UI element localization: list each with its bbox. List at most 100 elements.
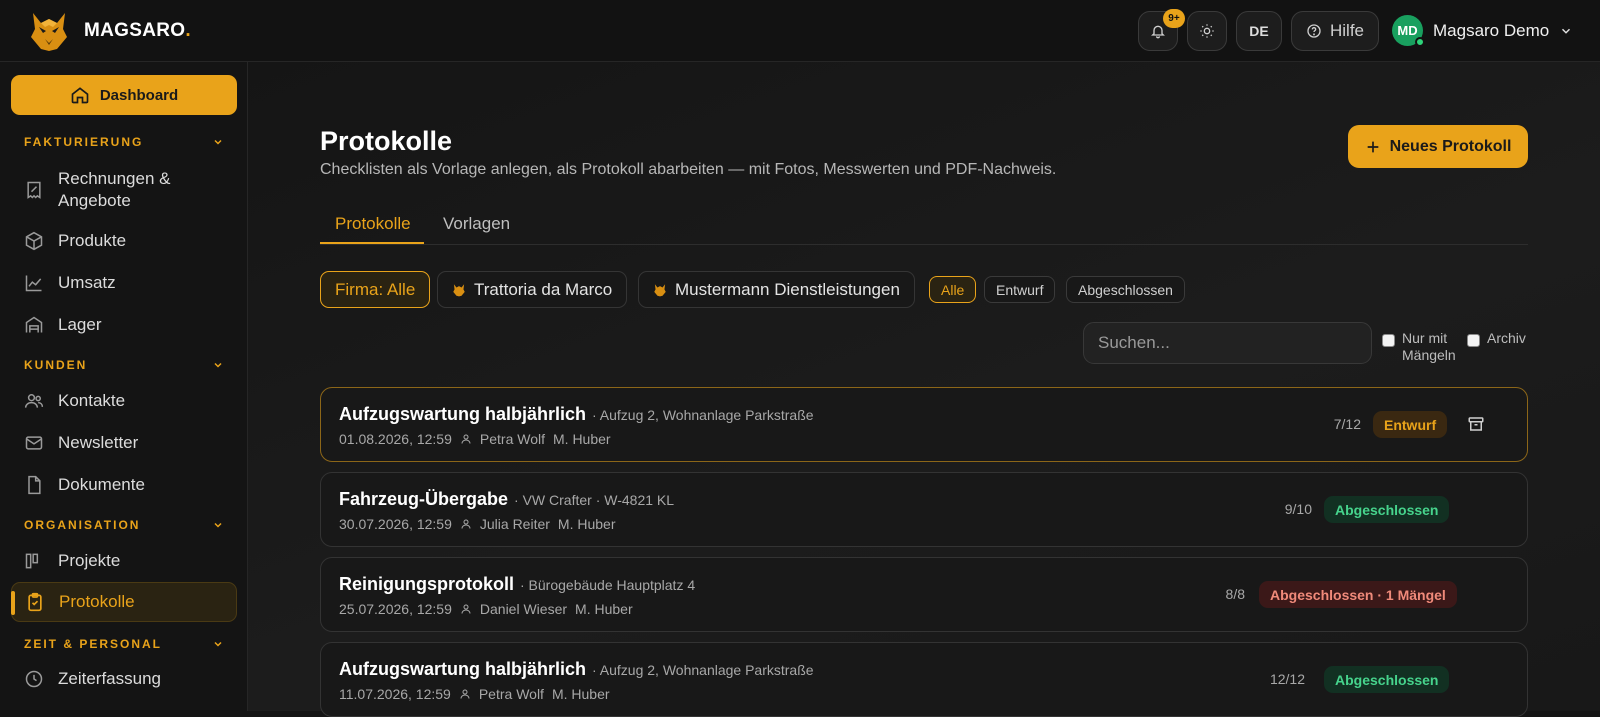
users-icon [24, 394, 44, 408]
protocol-progress: 9/10 [1284, 501, 1312, 517]
bell-icon [1151, 25, 1165, 39]
protocol-subtitle: · Aufzug 2, Wohnanlage Parkstraße [592, 407, 814, 423]
user-name: Magsaro Demo [1433, 20, 1550, 40]
tab-protokolle[interactable]: Protokolle [335, 214, 411, 234]
home-icon [71, 87, 89, 104]
help-icon [1307, 24, 1321, 38]
sidebar-item-projekte[interactable]: Projekte [24, 550, 120, 572]
active-tab-indicator [320, 242, 424, 244]
protocol-date: 25.07.2026, 12:59 [339, 601, 452, 617]
kanban-icon [25, 553, 39, 569]
protocol-subtitle: · Bürogebäude Hauptplatz 4 [520, 577, 696, 593]
protocol-person: Julia Reiter [479, 516, 550, 532]
sidebar-item-produkte[interactable]: Produkte [24, 230, 126, 252]
protocol-manager: M. Huber [557, 516, 616, 532]
chevron-down-icon [214, 522, 222, 528]
clipboard-check-icon [28, 592, 42, 612]
sidebar-item-rechnungen[interactable]: Rechnungen & Angebote [24, 168, 178, 212]
protocol-title: Aufzugswartung halbjährlich [339, 659, 587, 679]
notification-badge: 9+ [1163, 9, 1185, 28]
protocol-title: Fahrzeug-Übergabe [339, 489, 509, 509]
wolf-logo-icon[interactable] [27, 9, 71, 53]
help-label: Hilfe [1329, 21, 1364, 40]
filter-company-mustermann[interactable]: Mustermann Dienstleistungen [638, 271, 915, 308]
protocol-title: Reinigungsprotokoll [339, 574, 514, 594]
filter-company-trattoria[interactable]: Trattoria da Marco [437, 271, 628, 308]
protocol-person: Daniel Wieser [479, 601, 568, 617]
sidebar-item-lager[interactable]: Lager [24, 314, 101, 336]
top-bar: MAGSARO. 9+ DE Hilfe MD Magsaro Demo [0, 0, 1600, 62]
protocol-person: Petra Wolf [478, 686, 544, 702]
dashboard-button[interactable]: Dashboard [11, 75, 237, 115]
brand-name[interactable]: MAGSARO. [84, 20, 191, 42]
box-icon [25, 231, 43, 251]
section-kunden[interactable]: KUNDEN [24, 358, 224, 372]
online-indicator [1415, 37, 1425, 47]
sidebar: Dashboard FAKTURIERUNG Rechnungen & Ange… [0, 62, 248, 711]
protocol-subtitle: · VW Crafter · W-4821 KL [514, 492, 675, 508]
user-icon [461, 434, 471, 444]
protocol-card[interactable]: Reinigungsprotokoll · Bürogebäude Hauptpl… [320, 557, 1528, 632]
file-icon [28, 475, 41, 495]
protocol-progress: 7/12 [1333, 416, 1361, 432]
sidebar-item-kontakte[interactable]: Kontakte [24, 390, 125, 412]
protocol-card[interactable]: Fahrzeug-Übergabe · VW Crafter · W-4821 K… [320, 472, 1528, 547]
new-protocol-button[interactable]: Neues Protokoll [1348, 125, 1528, 168]
protocol-person: Petra Wolf [479, 431, 545, 447]
protocol-progress: 12/12 [1269, 671, 1305, 687]
sun-icon [1200, 24, 1214, 38]
checkbox-box[interactable] [1382, 334, 1395, 347]
clock-icon [25, 670, 43, 688]
receipt-icon [27, 181, 41, 199]
protocol-title: Aufzugswartung halbjährlich [339, 404, 587, 424]
wolf-logo-icon [654, 283, 666, 296]
user-icon [461, 604, 471, 614]
page-title: Protokolle [320, 126, 453, 156]
protocol-date: 30.07.2026, 12:59 [339, 516, 452, 532]
language-button[interactable]: DE [1236, 11, 1282, 51]
section-fakturierung[interactable]: FAKTURIERUNG [24, 135, 224, 149]
status-badge: Abgeschlossen [1324, 666, 1450, 693]
chevron-down-icon [1562, 28, 1571, 34]
protocol-manager: M. Huber [575, 601, 633, 617]
sidebar-item-newsletter[interactable]: Newsletter [24, 432, 138, 454]
wolf-logo-icon [453, 283, 465, 296]
sidebar-item-protokolle[interactable]: Protokolle [11, 582, 237, 622]
search-input[interactable] [1083, 322, 1372, 364]
protocol-card[interactable]: Aufzugswartung halbjährlich · Aufzug 2, W… [320, 642, 1528, 717]
protocol-manager: M. Huber [553, 431, 611, 447]
status-badge: Abgeschlossen · 1 Mängel [1259, 581, 1457, 608]
main-content: Protokolle Checklisten als Vorlage anleg… [248, 62, 1600, 717]
archive-checkbox[interactable]: Archiv [1467, 330, 1526, 347]
checkbox-box[interactable] [1467, 334, 1480, 347]
protocol-subtitle: · Aufzug 2, Wohnanlage Parkstraße [592, 662, 814, 678]
filter-status-completed[interactable]: Abgeschlossen [1066, 276, 1185, 303]
avatar: MD [1392, 15, 1425, 47]
user-icon [461, 519, 471, 529]
section-organisation[interactable]: ORGANISATION [24, 518, 224, 532]
chevron-down-icon [214, 641, 222, 647]
mail-icon [25, 436, 43, 450]
sidebar-item-dokumente[interactable]: Dokumente [24, 474, 145, 496]
protocol-manager: M. Huber [551, 686, 610, 702]
protocol-card[interactable]: Aufzugswartung halbjährlich · Aufzug 2, W… [320, 387, 1528, 462]
page-subtitle: Checklisten als Vorlage anlegen, als Pro… [320, 161, 1057, 178]
archive-icon[interactable] [1467, 415, 1485, 433]
warehouse-icon [25, 316, 43, 333]
theme-toggle-button[interactable] [1187, 11, 1227, 51]
user-menu[interactable]: MD Magsaro Demo [1392, 15, 1573, 47]
filter-status-all[interactable]: Alle [929, 276, 977, 303]
filter-status-draft[interactable]: Entwurf [984, 276, 1056, 303]
chevron-down-icon [214, 362, 222, 368]
protocol-date: 11.07.2026, 12:59 [339, 686, 451, 702]
only-defects-checkbox[interactable]: Nur mit Mängeln [1382, 330, 1464, 364]
section-zeit-personal[interactable]: ZEIT & PERSONAL [24, 637, 224, 651]
sidebar-item-umsatz[interactable]: Umsatz [24, 272, 116, 294]
user-icon [460, 689, 470, 699]
help-button[interactable]: Hilfe [1291, 11, 1379, 51]
notifications-button[interactable]: 9+ [1138, 9, 1185, 51]
filter-company-all[interactable]: Firma: Alle [320, 271, 431, 308]
status-badge: Abgeschlossen [1324, 496, 1450, 523]
tab-vorlagen[interactable]: Vorlagen [443, 214, 510, 234]
sidebar-item-zeiterfassung[interactable]: Zeiterfassung [24, 668, 161, 690]
